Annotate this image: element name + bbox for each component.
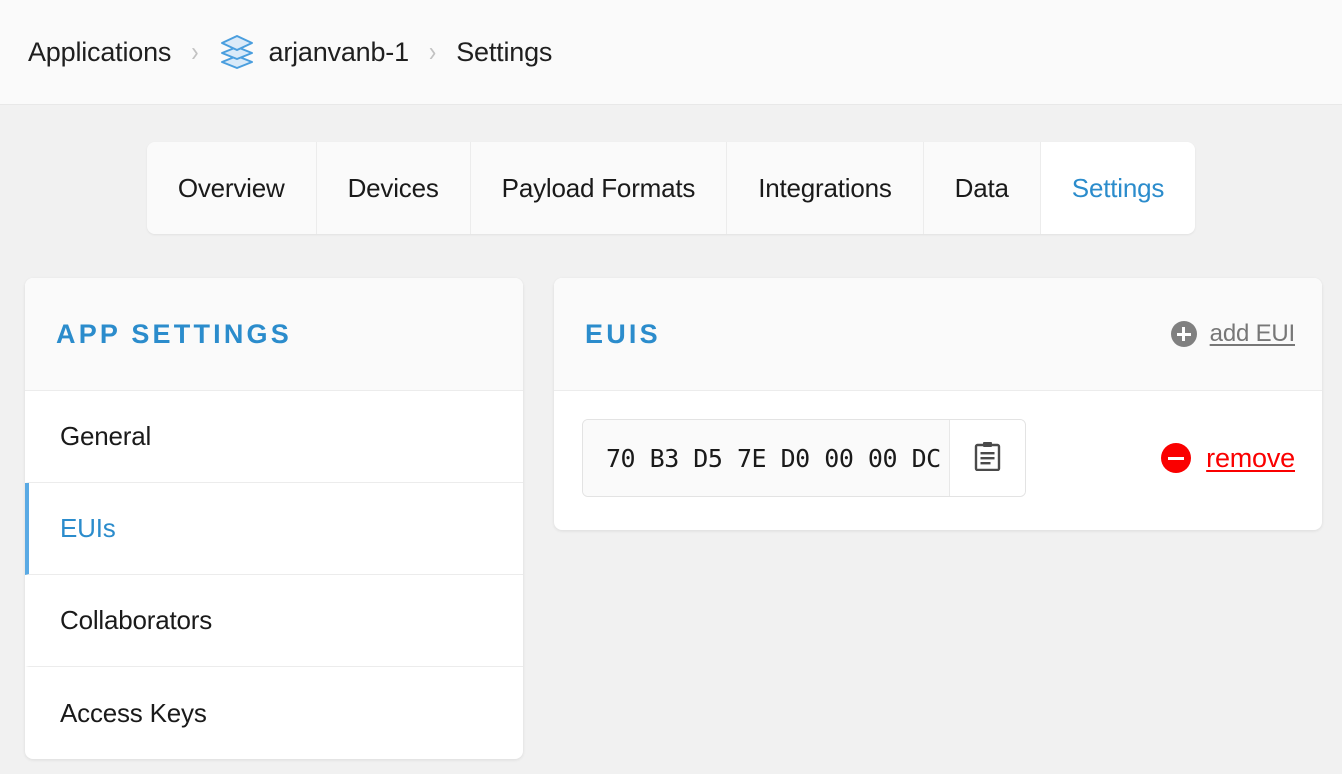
tab-overview[interactable]: Overview xyxy=(146,142,317,234)
remove-eui-button[interactable]: remove xyxy=(1161,443,1295,474)
sidebar-item-general[interactable]: General xyxy=(25,391,523,483)
euis-list: 70 B3 D5 7E D0 00 00 DC remove xyxy=(554,391,1322,530)
euis-panel-title: EUIS xyxy=(585,318,661,349)
euis-panel: EUIS add EUI 70 B3 D5 7E D0 00 00 DC rem… xyxy=(554,278,1322,530)
minus-circle-icon xyxy=(1161,443,1192,473)
app-settings-sidebar: APP SETTINGS General EUIs Collaborators … xyxy=(25,278,523,759)
eui-value-input[interactable]: 70 B3 D5 7E D0 00 00 DC xyxy=(583,420,951,496)
tab-devices[interactable]: Devices xyxy=(316,142,471,234)
euis-panel-header: EUIS add EUI xyxy=(554,278,1322,391)
breadcrumb-item-applications[interactable]: Applications xyxy=(28,37,171,68)
main-content: APP SETTINGS General EUIs Collaborators … xyxy=(0,234,1342,759)
breadcrumb: Applications › arjanvanb-1 › Settings xyxy=(28,31,552,74)
tabbar: Overview Devices Payload Formats Integra… xyxy=(146,142,1196,234)
add-eui-label: add EUI xyxy=(1209,320,1296,347)
sidebar-header: APP SETTINGS xyxy=(25,278,523,391)
sidebar-title: APP SETTINGS xyxy=(56,318,292,349)
breadcrumb-separator-icon-2: › xyxy=(428,35,437,67)
eui-row: 70 B3 D5 7E D0 00 00 DC xyxy=(582,419,1027,497)
add-eui-button[interactable]: add EUI xyxy=(1170,320,1296,348)
app-header: Applications › arjanvanb-1 › Settings xyxy=(0,0,1342,105)
remove-eui-label: remove xyxy=(1206,442,1295,473)
tab-payload-formats[interactable]: Payload Formats xyxy=(470,142,728,234)
tabbar-container: Overview Devices Payload Formats Integra… xyxy=(0,105,1342,234)
breadcrumb-item-settings: Settings xyxy=(456,36,553,67)
tab-settings[interactable]: Settings xyxy=(1040,142,1196,234)
tab-data[interactable]: Data xyxy=(923,142,1041,234)
sidebar-item-collaborators[interactable]: Collaborators xyxy=(25,575,523,667)
layers-stack-icon xyxy=(219,31,255,74)
breadcrumb-item-application[interactable]: arjanvanb-1 xyxy=(219,31,409,74)
clipboard-icon xyxy=(974,441,1001,476)
sidebar-item-euis[interactable]: EUIs xyxy=(25,483,523,575)
breadcrumb-application-label: arjanvanb-1 xyxy=(268,36,410,67)
tab-integrations[interactable]: Integrations xyxy=(727,142,924,234)
sidebar-item-access-keys[interactable]: Access Keys xyxy=(25,667,523,759)
plus-circle-icon xyxy=(1170,321,1197,347)
copy-eui-button[interactable] xyxy=(950,420,1026,496)
breadcrumb-separator-icon: › xyxy=(191,35,199,67)
